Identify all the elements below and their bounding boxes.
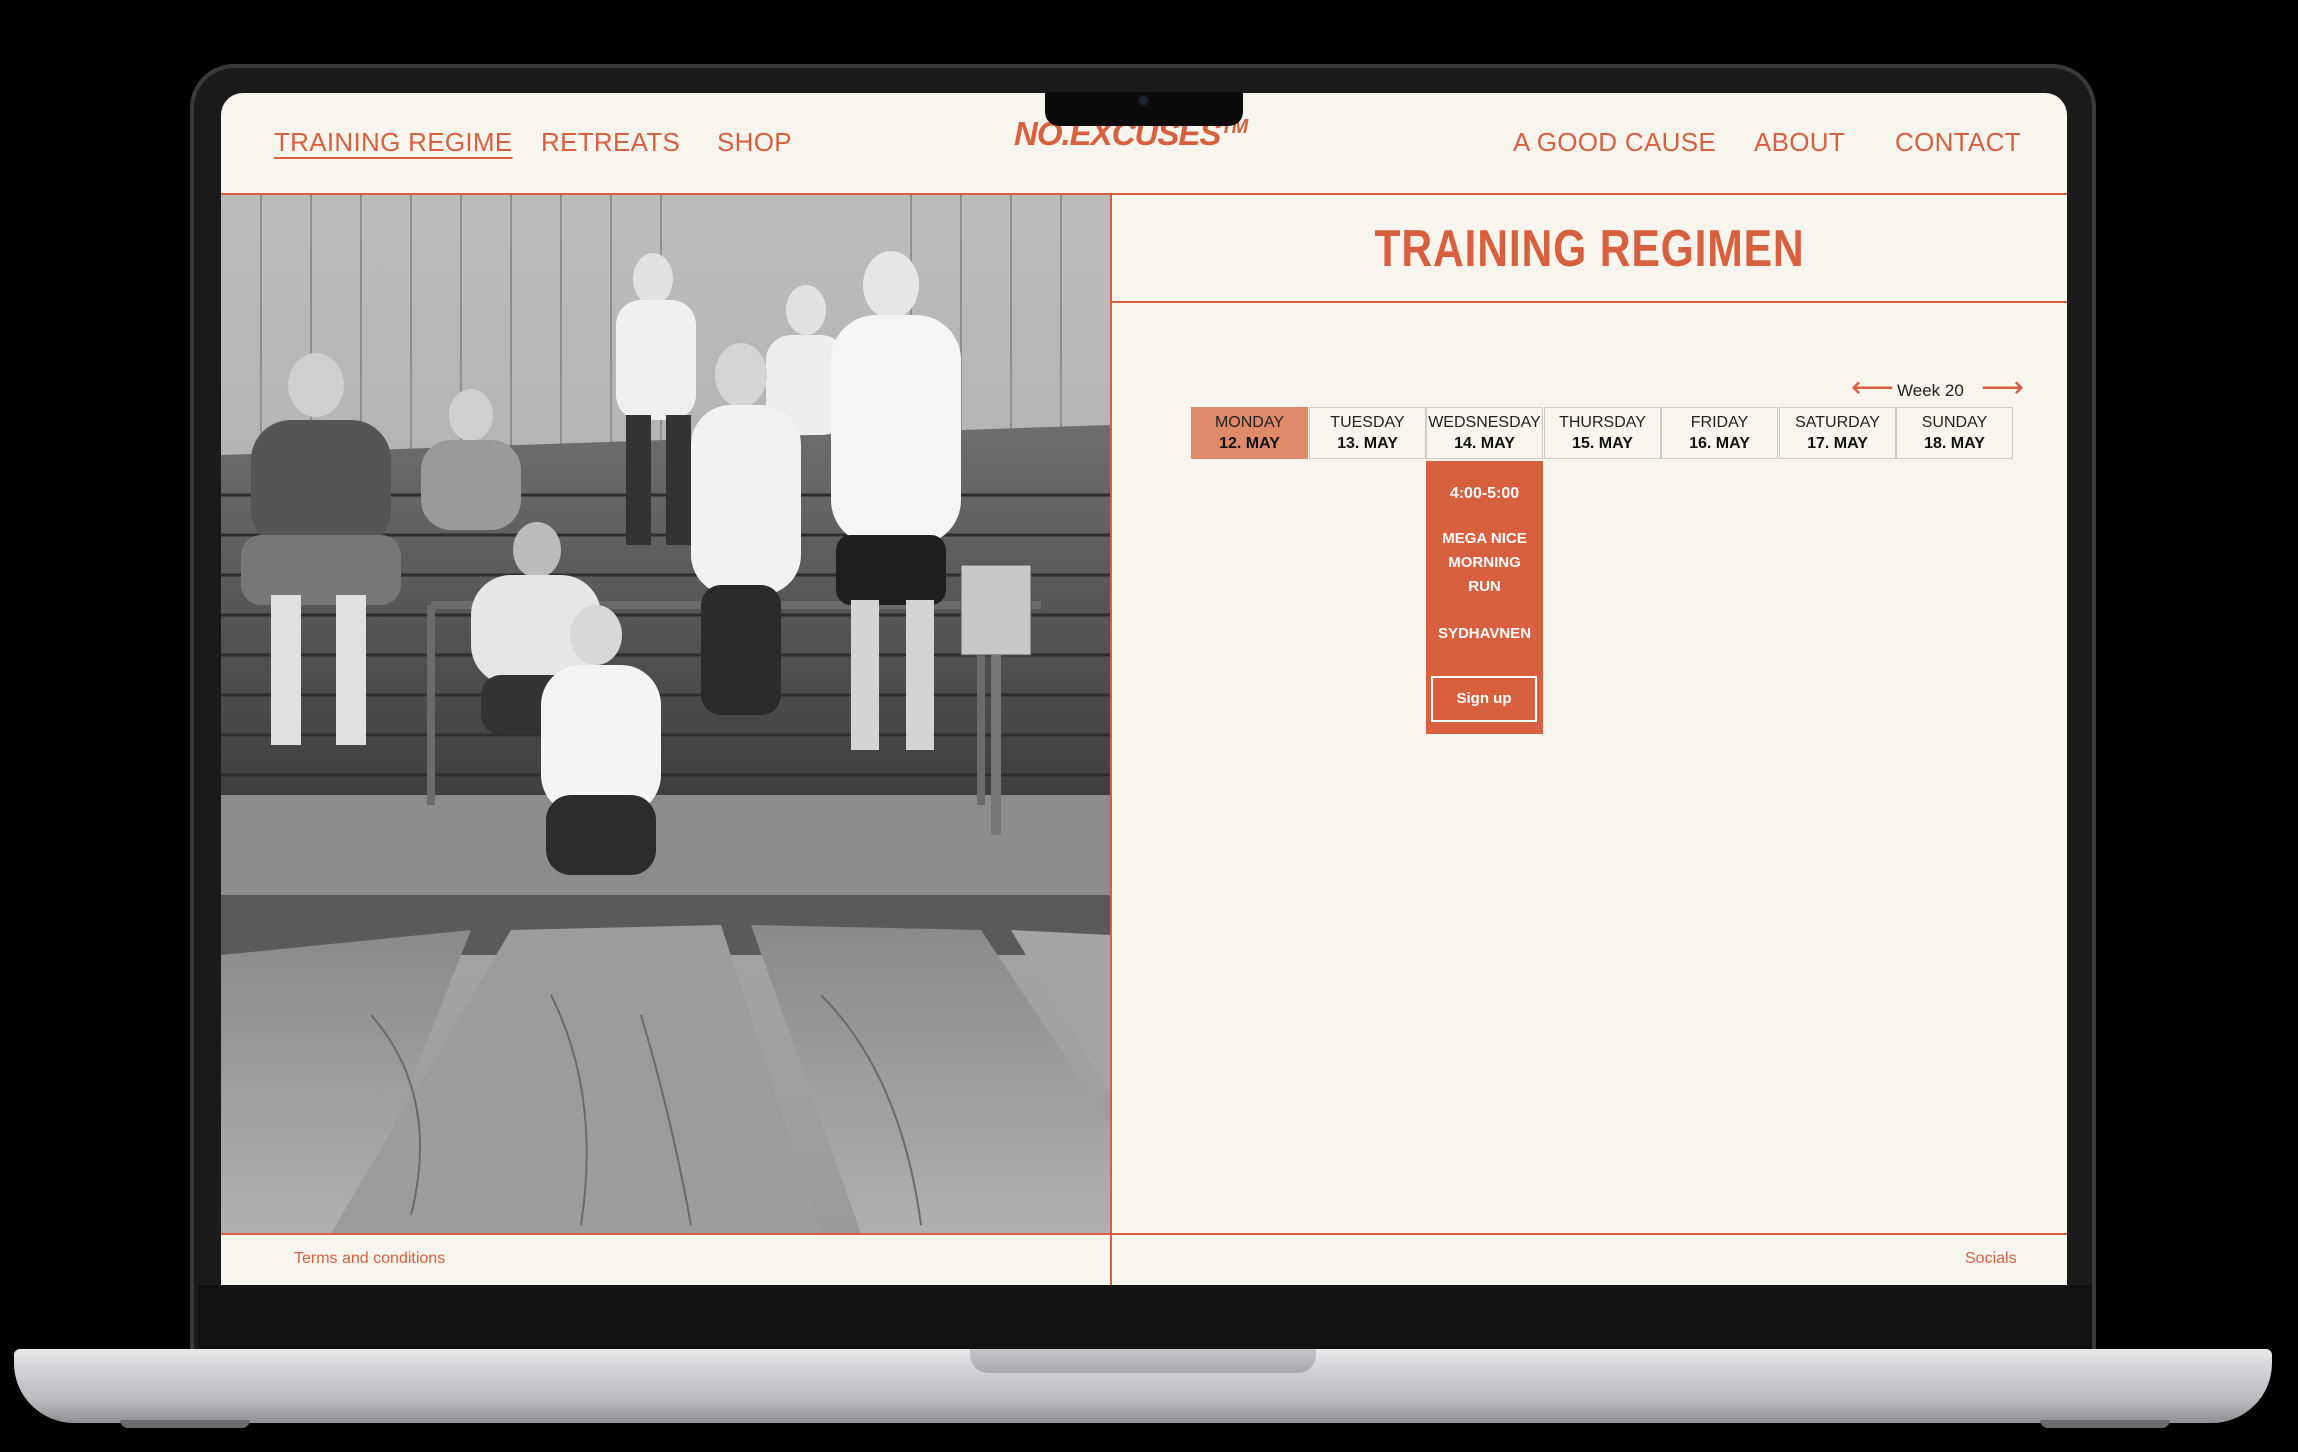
footer-column-divider (1110, 1233, 1112, 1285)
title-bar: TRAINING REGIMEN (1112, 195, 2067, 303)
laptop-foot-left (120, 1420, 250, 1428)
day-date: 17. MAY (1807, 435, 1868, 452)
nav-contact[interactable]: CONTACT (1895, 127, 2021, 158)
day-name: FRIDAY (1690, 414, 1749, 431)
day-date: 16. MAY (1689, 435, 1750, 452)
socials-link[interactable]: Socials (1965, 1250, 2017, 1268)
day-name: SATURDAY (1795, 414, 1880, 431)
camera-icon (1139, 96, 1148, 105)
day-name: MONDAY (1214, 414, 1285, 431)
week-label: Week 20 (1897, 381, 1964, 400)
event-name: MEGA NICE MORNING RUN (1442, 530, 1527, 595)
event-card: 4:00-5:00 MEGA NICE MORNING RUN SYDHAVNE… (1426, 461, 1543, 734)
day-sunday[interactable]: SUNDAY 18. MAY (1896, 407, 2013, 459)
day-name: TUESDAY (1330, 414, 1405, 431)
laptop-bottom-bezel (198, 1285, 2092, 1349)
laptop-trackpad-notch (970, 1349, 1316, 1373)
website-screen: TRAINING REGIME RETREATS SHOP NO.EXCUSES… (221, 93, 2067, 1285)
nav-about[interactable]: ABOUT (1754, 127, 1845, 158)
event-location: SYDHAVNEN (1437, 625, 1532, 642)
sign-up-button[interactable]: Sign up (1431, 676, 1537, 722)
next-week-arrow-icon[interactable]: ⟶ (1981, 373, 2024, 403)
day-monday[interactable]: MONDAY 12. MAY (1191, 407, 1308, 459)
laptop-foot-right (2040, 1420, 2170, 1428)
page-title: TRAINING REGIMEN (1374, 220, 1805, 278)
day-date: 13. MAY (1337, 435, 1398, 452)
day-tuesday[interactable]: TUESDAY 13. MAY (1309, 407, 1426, 459)
day-friday[interactable]: FRIDAY 16. MAY (1661, 407, 1778, 459)
day-thursday[interactable]: THURSDAY 15. MAY (1544, 407, 1661, 459)
footer-divider-line (221, 1233, 2067, 1235)
day-name: THURSDAY (1559, 414, 1646, 431)
day-date: 18. MAY (1924, 435, 1985, 452)
nav-training-regime[interactable]: TRAINING REGIME (274, 127, 513, 158)
prev-week-arrow-icon[interactable]: ⟵ (1851, 373, 1894, 403)
hero-photo (221, 195, 1112, 1233)
day-wednesday[interactable]: WEDSNESDAY 14. MAY (1426, 407, 1543, 459)
nav-shop[interactable]: SHOP (717, 127, 792, 158)
day-date: 12. MAY (1219, 435, 1280, 452)
day-name: WEDSNESDAY (1428, 414, 1541, 431)
nav-retreats[interactable]: RETREATS (541, 127, 680, 158)
day-name: SUNDAY (1921, 414, 1988, 431)
nav-a-good-cause[interactable]: A GOOD CAUSE (1513, 127, 1716, 158)
day-saturday[interactable]: SATURDAY 17. MAY (1779, 407, 1896, 459)
day-date: 15. MAY (1572, 435, 1633, 452)
event-time: 4:00-5:00 (1449, 485, 1520, 502)
group-runners-photo (221, 195, 1110, 1233)
day-date: 14. MAY (1454, 435, 1515, 452)
terms-link[interactable]: Terms and conditions (294, 1250, 445, 1268)
